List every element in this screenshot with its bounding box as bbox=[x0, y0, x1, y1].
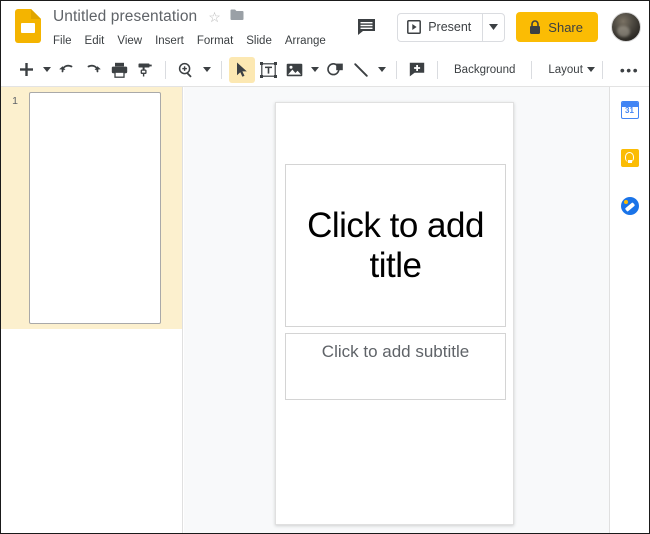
menu-item-slide[interactable]: Slide bbox=[246, 31, 272, 51]
move-to-folder-icon[interactable] bbox=[230, 8, 244, 26]
present-button-group: Present bbox=[397, 12, 506, 42]
toolbar: Background Layout ••• bbox=[1, 53, 649, 87]
print-icon bbox=[111, 62, 127, 78]
header-actions: Present Share bbox=[351, 1, 649, 53]
calendar-glyph: 31 bbox=[620, 101, 639, 119]
google-slides-window: Untitled presentation ☆ File Edit View I… bbox=[0, 0, 650, 534]
menu-item-view[interactable]: View bbox=[117, 31, 142, 51]
slide-number: 1 bbox=[12, 95, 18, 107]
image-dropdown-caret[interactable] bbox=[307, 57, 322, 83]
chevron-down-icon bbox=[586, 67, 595, 72]
title-placeholder[interactable]: Click to add title bbox=[285, 164, 506, 327]
calendar-day-number: 31 bbox=[625, 106, 634, 115]
layout-button[interactable]: Layout bbox=[539, 57, 595, 83]
insert-shape-button[interactable] bbox=[322, 57, 348, 83]
chevron-down-icon bbox=[377, 67, 386, 72]
user-avatar[interactable] bbox=[611, 12, 641, 42]
background-button[interactable]: Background bbox=[445, 57, 524, 83]
menu-item-file[interactable]: File bbox=[53, 31, 72, 51]
line-dropdown-caret[interactable] bbox=[374, 57, 389, 83]
insert-line-button[interactable] bbox=[348, 57, 374, 83]
layout-label: Layout bbox=[548, 63, 583, 76]
text-box-button[interactable] bbox=[255, 57, 281, 83]
slide-thumbnail[interactable] bbox=[29, 92, 161, 324]
image-icon bbox=[286, 63, 302, 76]
toolbar-divider bbox=[165, 60, 166, 79]
chevron-down-icon bbox=[202, 67, 211, 72]
undo-button[interactable] bbox=[54, 57, 80, 83]
title-placeholder-text: Click to add title bbox=[307, 206, 484, 285]
background-label: Background bbox=[454, 63, 516, 76]
plus-icon bbox=[19, 63, 33, 76]
more-options-button[interactable]: ••• bbox=[610, 60, 649, 80]
chevron-down-icon bbox=[489, 24, 499, 30]
subtitle-placeholder-text: Click to add subtitle bbox=[321, 342, 470, 361]
redo-icon bbox=[87, 64, 101, 73]
print-button[interactable] bbox=[106, 57, 132, 83]
tasks-check-glyph bbox=[620, 197, 639, 215]
toolbar-divider bbox=[221, 60, 222, 79]
menu-item-format[interactable]: Format bbox=[197, 31, 233, 51]
subtitle-placeholder[interactable]: Click to add subtitle bbox=[285, 333, 506, 400]
document-title[interactable]: Untitled presentation bbox=[53, 8, 197, 26]
menu-item-edit[interactable]: Edit bbox=[85, 31, 105, 51]
undo-icon bbox=[59, 64, 73, 73]
toolbar-divider bbox=[396, 60, 397, 79]
chevron-down-icon bbox=[42, 67, 51, 72]
menu-item-insert[interactable]: Insert bbox=[155, 31, 184, 51]
menu-item-arrange[interactable]: Arrange bbox=[285, 31, 326, 51]
keep-bulb-glyph bbox=[620, 149, 639, 167]
shape-icon bbox=[326, 62, 343, 75]
chevron-down-icon bbox=[310, 67, 319, 72]
share-label: Share bbox=[548, 19, 583, 35]
zoom-dropdown-caret[interactable] bbox=[199, 57, 214, 83]
line-icon bbox=[354, 62, 368, 77]
toolbar-divider bbox=[601, 60, 603, 79]
toolbar-divider bbox=[437, 60, 438, 79]
slide-filmstrip[interactable]: 1 bbox=[1, 87, 183, 533]
paint-format-button[interactable] bbox=[132, 57, 158, 83]
present-dropdown-caret[interactable] bbox=[482, 13, 504, 41]
paint-format-icon bbox=[138, 63, 152, 76]
google-tasks-icon[interactable] bbox=[619, 195, 641, 217]
present-button[interactable]: Present bbox=[398, 14, 482, 41]
lock-icon bbox=[530, 19, 541, 34]
side-panel: 31 bbox=[609, 87, 649, 533]
comment-icon[interactable] bbox=[351, 12, 381, 42]
share-button[interactable]: Share bbox=[516, 12, 598, 42]
present-label: Present bbox=[428, 20, 472, 34]
present-icon bbox=[407, 20, 422, 34]
zoom-button[interactable] bbox=[173, 57, 199, 83]
redo-button[interactable] bbox=[80, 57, 106, 83]
insert-comment-button[interactable] bbox=[404, 57, 430, 83]
add-comment-icon bbox=[409, 62, 425, 77]
select-tool-button[interactable] bbox=[229, 56, 255, 83]
text-box-icon bbox=[259, 61, 277, 78]
insert-image-button[interactable] bbox=[281, 57, 307, 83]
star-icon[interactable]: ☆ bbox=[208, 10, 221, 24]
google-calendar-icon[interactable]: 31 bbox=[619, 99, 641, 121]
new-slide-button[interactable] bbox=[13, 57, 39, 83]
new-slide-dropdown-caret[interactable] bbox=[39, 57, 54, 83]
slide-canvas-area[interactable]: Click to add title Click to add subtitle bbox=[184, 87, 609, 533]
toolbar-divider bbox=[531, 60, 533, 79]
cursor-select-icon bbox=[236, 62, 247, 77]
filmstrip-slide-1[interactable]: 1 bbox=[1, 87, 182, 329]
app-header: Untitled presentation ☆ File Edit View I… bbox=[1, 1, 649, 53]
google-slides-logo[interactable] bbox=[15, 9, 41, 43]
zoom-icon bbox=[178, 62, 192, 78]
google-keep-icon[interactable] bbox=[619, 147, 641, 169]
current-slide[interactable]: Click to add title Click to add subtitle bbox=[275, 102, 514, 525]
